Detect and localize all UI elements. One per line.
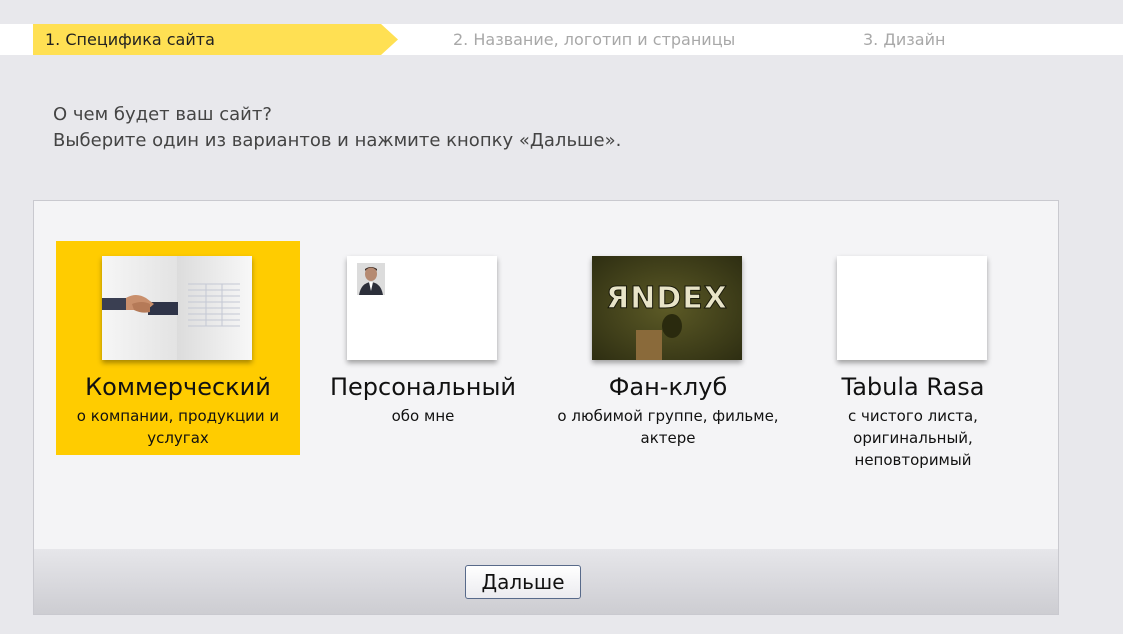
svg-text:ЯNDEX: ЯNDEX xyxy=(606,281,728,316)
option-tabula-rasa-title: Tabula Rasa xyxy=(841,373,985,401)
step-name-logo-pages: 2. Название, логотип и страницы xyxy=(453,30,736,49)
handshake-icon xyxy=(102,256,252,360)
option-fanclub[interactable]: ЯNDEX Фан-клуб о любимой группе, фильме,… xyxy=(546,241,790,455)
steps-bar: 1. Специфика сайта 2. Название, логотип … xyxy=(0,24,1123,55)
band-logo-image: ЯNDEX xyxy=(592,256,742,360)
option-tabula-rasa-desc: с чистого листа, оригинальный, неповтори… xyxy=(848,407,978,469)
option-tabula-rasa[interactable]: Tabula Rasa с чистого листа, оригинальны… xyxy=(791,241,1035,469)
step-design: 3. Дизайн xyxy=(863,30,946,49)
panel-footer: Дальше xyxy=(34,549,1058,614)
step-specifics: 1. Специфика сайта xyxy=(45,30,215,49)
option-commercial-desc: о компании, продукции и услугах xyxy=(76,407,280,447)
option-fanclub-title: Фан-клуб xyxy=(608,373,728,401)
option-commercial-title: Коммерческий xyxy=(85,373,271,401)
option-commercial[interactable]: Коммерческий о компании, продукции и усл… xyxy=(56,241,300,455)
option-personal-title: Персональный xyxy=(329,373,517,401)
intro-question: О чем будет ваш сайт? xyxy=(53,104,272,125)
option-fanclub-desc: о любимой группе, фильме, актере xyxy=(557,407,779,447)
intro-instruction: Выберите один из вариантов и нажмите кно… xyxy=(53,130,622,151)
blank-page-icon xyxy=(837,256,987,360)
option-personal[interactable]: Персональный обо мне xyxy=(301,241,545,455)
next-button[interactable]: Дальше xyxy=(465,565,581,599)
site-type-panel: Коммерческий о компании, продукции и усл… xyxy=(33,200,1059,615)
intro-text: О чем будет ваш сайт? Выберите один из в… xyxy=(53,102,621,154)
portrait-photo-icon xyxy=(347,256,497,360)
option-personal-desc: обо мне xyxy=(391,407,455,425)
